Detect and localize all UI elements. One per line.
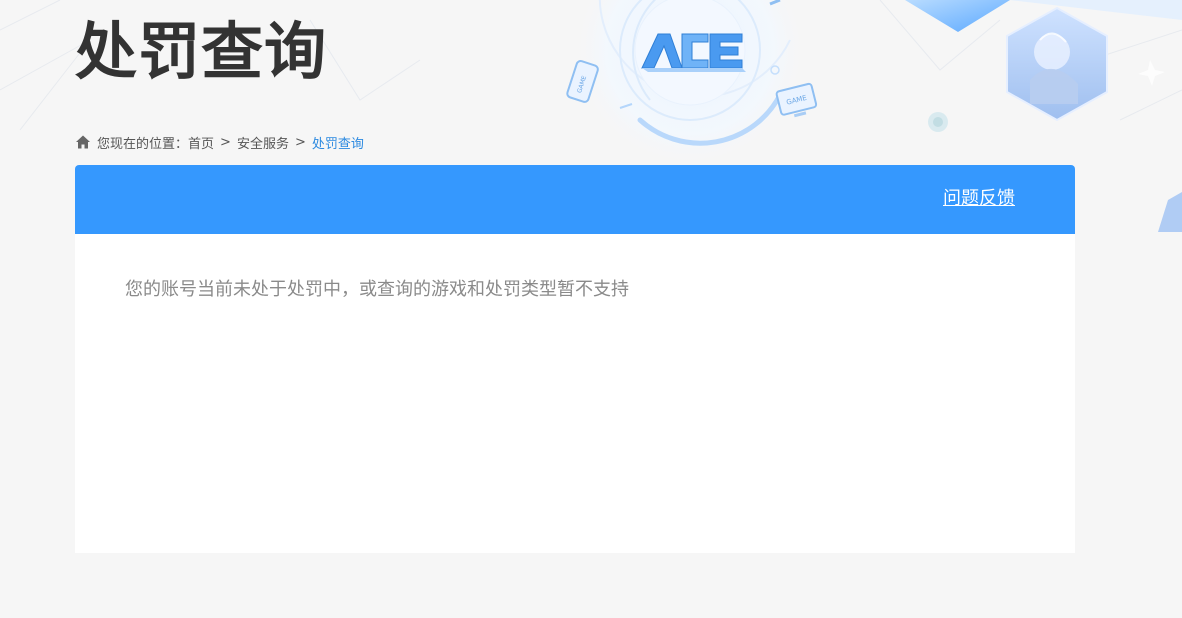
breadcrumb-separator: > — [220, 134, 231, 150]
game-device-icon: GAME — [566, 60, 599, 103]
panel-header: 问题反馈 — [75, 165, 1075, 234]
page-title: 处罚查询 — [75, 15, 328, 88]
page: GAME GAME 处罚查询 您现在的位置： 首页 > 安全服务 > 处罚查询 … — [0, 0, 1182, 618]
result-panel: 问题反馈 您的账号当前未处于处罚中，或查询的游戏和处罚类型暂不支持 — [75, 165, 1075, 553]
feedback-link[interactable]: 问题反馈 — [943, 187, 1015, 211]
breadcrumb: 您现在的位置： 首页 > 安全服务 > 处罚查询 — [75, 132, 364, 152]
breadcrumb-item-security-services[interactable]: 安全服务 — [237, 133, 289, 152]
breadcrumb-prefix: 您现在的位置： — [97, 136, 189, 152]
breadcrumb-current: 处罚查询 — [311, 136, 364, 152]
ace-logo — [641, 33, 746, 72]
svg-text:GAME: GAME — [786, 94, 808, 107]
breadcrumb-item-home[interactable]: 首页 — [188, 133, 214, 152]
breadcrumb-separator: > — [294, 134, 306, 150]
svg-text:GAME: GAME — [576, 75, 588, 94]
home-icon — [76, 135, 90, 149]
character-portrait — [1006, 6, 1108, 122]
result-message: 您的账号当前未处于处罚中，或查询的游戏和处罚类型暂不支持 — [125, 279, 629, 300]
game-device-icon: GAME — [775, 82, 818, 118]
